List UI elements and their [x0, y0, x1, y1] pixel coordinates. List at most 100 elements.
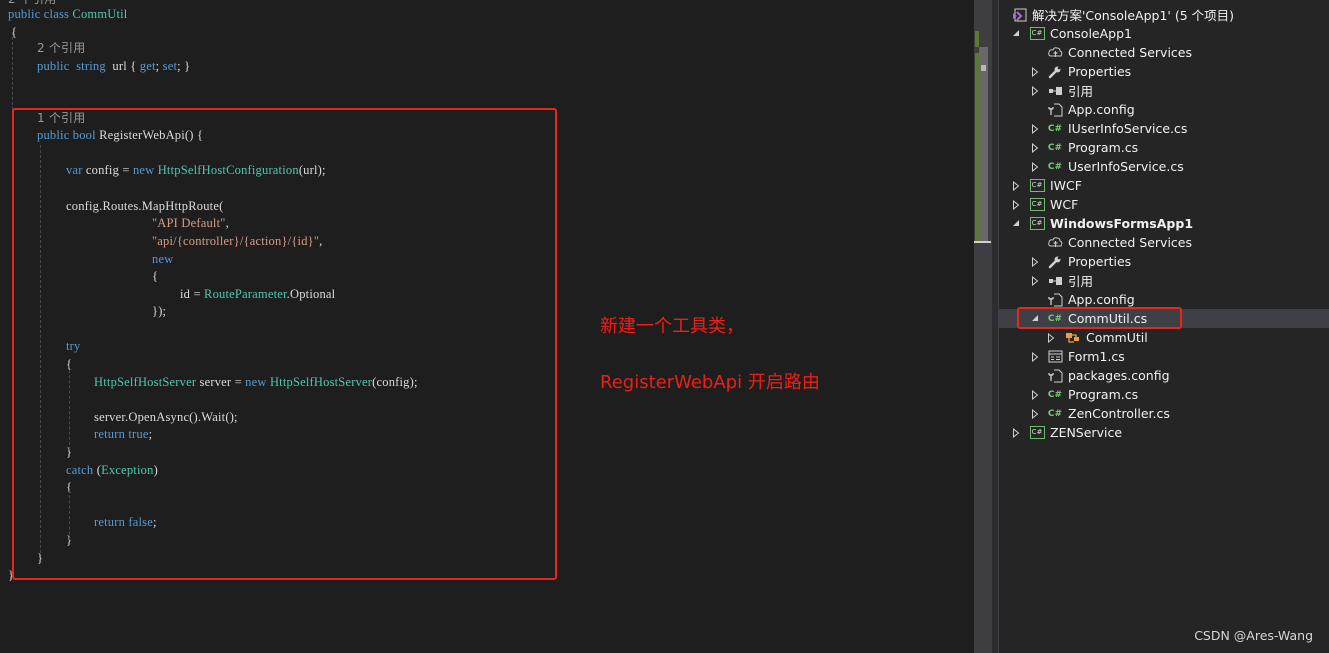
solution-node[interactable]: 解决方案'ConsoleApp1' (5 个项目) [999, 5, 1329, 24]
config-file-icon [1047, 102, 1063, 118]
references-icon [1047, 273, 1063, 289]
scrollbar-thumb[interactable] [979, 47, 988, 243]
code-token: get [139, 59, 156, 73]
tree-item[interactable]: C# Program.cs [999, 385, 1329, 404]
tree-item-label: Form1.cs [1068, 349, 1125, 364]
tree-item-label: WindowsFormsApp1 [1050, 216, 1194, 231]
tree-item-label: IWCF [1050, 178, 1082, 193]
collapsed-arrow-icon[interactable] [1011, 199, 1021, 210]
watermark: CSDN @Ares-Wang [1194, 628, 1313, 643]
tree-item-label: ZENService [1050, 425, 1123, 440]
tree-item[interactable]: 引用 [999, 81, 1329, 100]
code-token: ; [155, 59, 163, 73]
form-icon [1047, 349, 1063, 365]
collapsed-arrow-icon[interactable] [1046, 332, 1056, 343]
tree-item[interactable]: packages.config [999, 366, 1329, 385]
tree-item[interactable]: C# UserInfoService.cs [999, 157, 1329, 176]
tree-item-label: Program.cs [1068, 387, 1139, 402]
code-line: public string url { get; set; } [37, 58, 190, 75]
tree-item[interactable]: Properties [999, 62, 1329, 81]
tree-item-label: Properties [1068, 64, 1132, 79]
expanded-arrow-icon[interactable] [1011, 219, 1021, 229]
tree-item-label: ConsoleApp1 [1050, 26, 1132, 41]
tree-item-label: 引用 [1068, 274, 1094, 289]
wrench-icon [1047, 254, 1063, 270]
config-file-icon [1047, 292, 1063, 308]
tree-item[interactable]: C# IWCF [999, 176, 1329, 195]
code-line: public class CommUtil [8, 6, 128, 23]
tree-item-label: App.config [1068, 102, 1135, 117]
collapsed-arrow-icon[interactable] [1030, 351, 1040, 362]
tree-item-label: CommUtil [1086, 330, 1148, 345]
csharp-project-icon: C# [1029, 178, 1045, 194]
collapsed-arrow-icon[interactable] [1030, 408, 1040, 419]
collapsed-arrow-icon[interactable] [1030, 275, 1040, 286]
tree-item-label: Program.cs [1068, 140, 1139, 155]
collapsed-arrow-icon[interactable] [1011, 180, 1021, 191]
tree-item[interactable]: C# Program.cs [999, 138, 1329, 157]
tree-item-label: Connected Services [1068, 45, 1192, 60]
csharp-file-icon: C# [1047, 389, 1063, 400]
expanded-arrow-icon[interactable] [1011, 29, 1021, 39]
wrench-icon [1047, 64, 1063, 80]
tree-item-label: Properties [1068, 254, 1132, 269]
collapsed-arrow-icon[interactable] [1011, 427, 1021, 438]
tree-item[interactable]: Properties [999, 252, 1329, 271]
annotation-line-1: 新建一个工具类， [600, 316, 744, 337]
collapsed-arrow-icon[interactable] [1030, 66, 1040, 77]
tree-item[interactable]: C# ZenController.cs [999, 404, 1329, 423]
tree-item-label: packages.config [1068, 368, 1170, 383]
tree-item-label: App.config [1068, 292, 1135, 307]
tree-item[interactable]: C# WindowsFormsApp1 [999, 214, 1329, 233]
code-token: ; } [177, 59, 191, 73]
tree-item[interactable]: C# ZENService [999, 423, 1329, 442]
highlight-box-method [12, 108, 557, 580]
tree-item-label: UserInfoService.cs [1068, 159, 1184, 174]
tree-item[interactable]: C# IUserInfoService.cs [999, 119, 1329, 138]
annotation-line-2: RegisterWebApi 开启路由 [600, 372, 820, 393]
collapsed-arrow-icon[interactable] [1030, 256, 1040, 267]
change-marker [975, 31, 979, 47]
code-token: set [162, 59, 178, 73]
collapsed-arrow-icon[interactable] [1030, 123, 1040, 134]
tree-item-label: WCF [1050, 197, 1079, 212]
tree-item[interactable]: Connected Services [999, 43, 1329, 62]
codelens-references[interactable]: 2 个引用 [37, 40, 85, 57]
scrollbar-caret-line [974, 241, 991, 243]
scrollbar-position-marker [981, 65, 986, 71]
csharp-project-icon: C# [1029, 425, 1045, 441]
tree-item-label: IUserInfoService.cs [1068, 121, 1188, 136]
class-icon [1065, 330, 1081, 346]
tree-item-label: ZenController.cs [1068, 406, 1170, 421]
config-file-icon [1047, 368, 1063, 384]
references-icon [1047, 83, 1063, 99]
tree-item[interactable]: App.config [999, 100, 1329, 119]
csharp-project-icon: C# [1029, 216, 1045, 232]
solution-explorer: 解决方案'ConsoleApp1' (5 个项目) C# ConsoleApp1 C… [999, 0, 1329, 653]
tree-item-label: 引用 [1068, 84, 1094, 99]
csharp-file-icon: C# [1047, 161, 1063, 172]
collapsed-arrow-icon[interactable] [1030, 85, 1040, 96]
tree-item[interactable]: 引用 [999, 271, 1329, 290]
tree-item[interactable]: CommUtil [999, 328, 1329, 347]
solution-label: 解决方案'ConsoleApp1' (5 个项目) [1032, 8, 1235, 23]
connected-services-icon [1047, 45, 1063, 61]
highlight-box-selected-file [1017, 307, 1182, 329]
code-editor[interactable]: 2 个引用 public class CommUtil{2 个引用public … [0, 0, 975, 653]
collapsed-arrow-icon[interactable] [1030, 142, 1040, 153]
code-token: public string [37, 59, 113, 73]
connected-services-icon [1047, 235, 1063, 251]
collapsed-arrow-icon[interactable] [1030, 161, 1040, 172]
code-token: { [130, 59, 140, 73]
solution-icon [1011, 7, 1027, 23]
tree-item[interactable]: Form1.cs [999, 347, 1329, 366]
code-token: CommUtil [72, 7, 128, 21]
tree-item[interactable]: Connected Services [999, 233, 1329, 252]
code-token: url [112, 59, 131, 73]
tree-item[interactable]: C# WCF [999, 195, 1329, 214]
code-token: public class [8, 7, 73, 21]
csharp-file-icon: C# [1047, 123, 1063, 134]
collapsed-arrow-icon[interactable] [1030, 389, 1040, 400]
tree-item[interactable]: C# ConsoleApp1 [999, 24, 1329, 43]
csharp-project-icon: C# [1029, 197, 1045, 213]
